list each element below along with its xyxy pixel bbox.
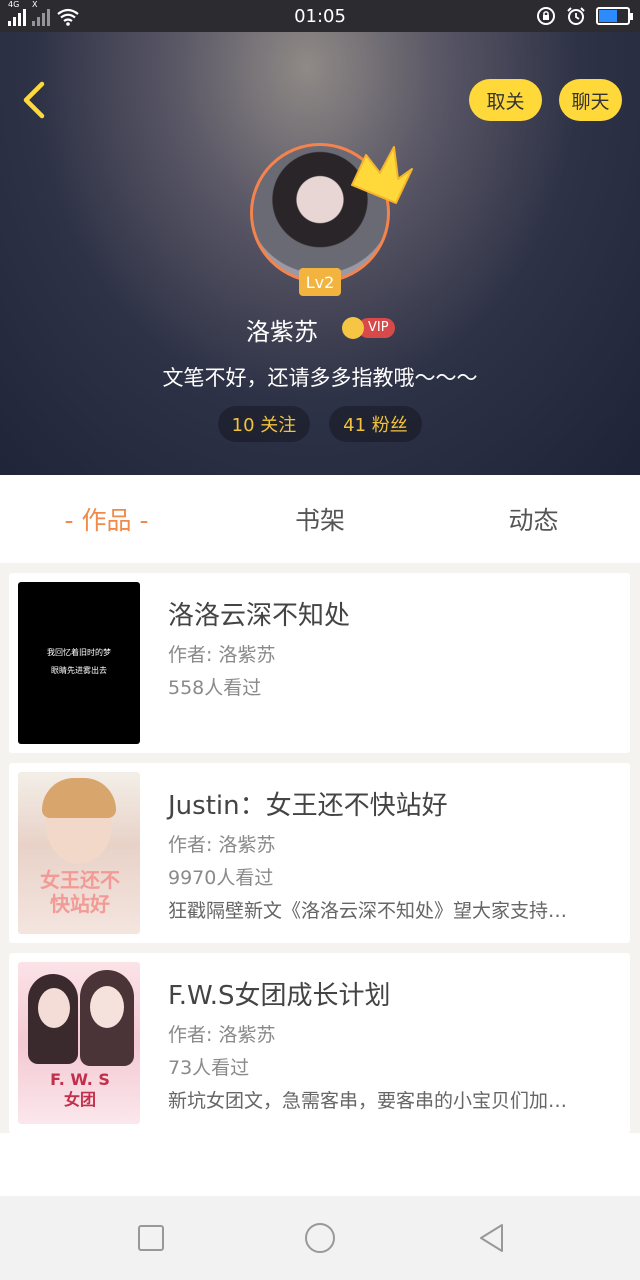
book-description: 狂戳隔壁新文《洛洛云深不知处》望大家支持… [168,900,568,922]
book-cover: 女王还不 快站好 [18,772,140,934]
tab-bookshelf[interactable]: 书架 [213,475,427,563]
alarm-icon [567,7,585,25]
book-cover: 我回忆着旧时的梦 眼睛先进雾出去 [18,582,140,744]
recent-apps-icon[interactable] [135,1222,167,1254]
list-item[interactable]: 我回忆着旧时的梦 眼睛先进雾出去 洛洛云深不知处 作者: 洛紫苏 558人看过 [9,573,630,753]
unfollow-button[interactable]: 取关 [469,79,542,121]
following-count[interactable]: 10 关注 [218,406,310,442]
book-views: 9970人看过 [168,867,274,889]
list-item[interactable]: 女王还不 快站好 Justin：女王还不快站好 作者: 洛紫苏 9970人看过 … [9,763,630,943]
back-icon[interactable] [18,80,54,120]
book-title: F.W.S女团成长计划 [168,981,391,1011]
crown-icon [351,146,413,204]
battery-icon [596,7,633,25]
list-footer-space [0,1133,640,1196]
book-author: 作者: 洛紫苏 [168,834,276,856]
list-item[interactable]: F. W. S 女团 F.W.S女团成长计划 作者: 洛紫苏 73人看过 新坑女… [9,953,630,1133]
vip-badge: VIP [342,316,395,340]
cover-text-line: 女王还不 [40,868,120,892]
username: 洛紫苏 [246,318,318,346]
cover-text-line: 女团 [63,1090,96,1109]
book-views: 73人看过 [168,1057,250,1079]
vip-medal-icon [342,317,364,339]
book-title: Justin：女王还不快站好 [168,791,448,821]
profile-header: 取关 聊天 Lv2 洛紫苏 VIP 文笔不好，还请多多指教哦～～～ 10 关注 … [0,32,640,475]
bio-text: 文笔不好，还请多多指教哦～～～ [162,366,478,390]
profile-tabs: - 作品 - 书架 动态 [0,475,640,563]
cover-text-line: 快站好 [50,892,110,916]
cover-text-line: 眼睛先进雾出去 [51,666,107,675]
chat-button[interactable]: 聊天 [559,79,622,121]
system-nav-bar [0,1196,640,1280]
tab-feed[interactable]: 动态 [427,475,640,563]
book-author: 作者: 洛紫苏 [168,644,276,666]
home-icon[interactable] [304,1222,336,1254]
tab-works[interactable]: - 作品 - [0,475,213,563]
fans-count[interactable]: 41 粉丝 [329,406,422,442]
book-views: 558人看过 [168,677,262,699]
back-nav-icon[interactable] [476,1222,508,1254]
book-author: 作者: 洛紫苏 [168,1024,276,1046]
level-badge: Lv2 [299,268,341,296]
book-cover: F. W. S 女团 [18,962,140,1124]
status-bar: 4G X 01:05 [0,0,640,32]
works-list: 我回忆着旧时的梦 眼睛先进雾出去 洛洛云深不知处 作者: 洛紫苏 558人看过 … [0,563,640,1133]
book-title: 洛洛云深不知处 [168,601,351,631]
lock-rotation-icon [537,7,555,25]
cover-text-line: 我回忆着旧时的梦 [47,648,111,657]
cover-text-line: F. W. S [50,1070,110,1089]
book-description: 新坑女团文，急需客串，要客串的小宝贝们加… [168,1090,568,1112]
